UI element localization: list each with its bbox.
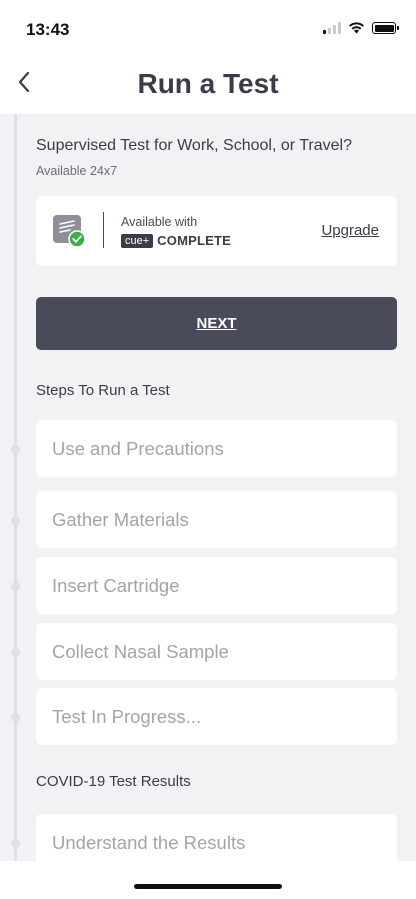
- available-with-label: Available with: [121, 215, 198, 229]
- step-label: Use and Precautions: [52, 437, 224, 459]
- status-icons: [323, 22, 399, 34]
- main-content[interactable]: Supervised Test for Work, School, or Tra…: [0, 114, 416, 861]
- supervised-test-title: Supervised Test for Work, School, or Tra…: [36, 137, 352, 154]
- upgrade-card: Available with cue+ COMPLETE Upgrade: [36, 196, 397, 266]
- step-label: Insert Cartridge: [52, 574, 180, 596]
- step-label: Understand the Results: [52, 831, 246, 853]
- supervised-test-availability: Available 24x7: [36, 164, 118, 178]
- timeline-dot: [11, 516, 20, 525]
- card-divider: [103, 212, 104, 248]
- step-label: Gather Materials: [52, 508, 189, 530]
- step-collect-nasal-sample[interactable]: Collect Nasal Sample: [36, 623, 397, 680]
- home-indicator[interactable]: [134, 884, 282, 889]
- timeline-line: [14, 114, 17, 861]
- bottom-bar: [0, 861, 416, 899]
- battery-icon: [372, 22, 399, 34]
- timeline-dot: [11, 648, 20, 657]
- step-label: Collect Nasal Sample: [52, 640, 229, 662]
- results-heading: COVID-19 Test Results: [36, 773, 191, 790]
- timeline-dot: [11, 582, 20, 591]
- page-title: Run a Test: [137, 68, 279, 99]
- signal-icon: [323, 22, 341, 34]
- step-insert-cartridge[interactable]: Insert Cartridge: [36, 557, 397, 614]
- timeline-dot: [11, 445, 20, 454]
- next-button[interactable]: NEXT: [36, 297, 397, 350]
- step-test-in-progress[interactable]: Test In Progress...: [36, 688, 397, 745]
- status-time: 13:43: [26, 20, 70, 39]
- step-use-and-precautions[interactable]: Use and Precautions: [36, 420, 397, 477]
- timeline-dot: [11, 839, 20, 848]
- product-check-icon: [53, 215, 86, 248]
- status-bar: 13:43: [0, 0, 416, 58]
- timeline-dot: [11, 713, 20, 722]
- steps-heading: Steps To Run a Test: [36, 382, 170, 399]
- cue-badge: cue+: [121, 233, 154, 248]
- nav-header: Run a Test: [0, 58, 416, 114]
- cue-complete-logo: cue+ COMPLETE: [121, 233, 231, 248]
- step-gather-materials[interactable]: Gather Materials: [36, 491, 397, 548]
- upgrade-link[interactable]: Upgrade: [321, 222, 379, 239]
- wifi-icon: [349, 22, 364, 34]
- step-understand-the-results[interactable]: Understand the Results: [36, 814, 397, 861]
- plan-name: COMPLETE: [157, 233, 231, 248]
- step-label: Test In Progress...: [52, 705, 202, 727]
